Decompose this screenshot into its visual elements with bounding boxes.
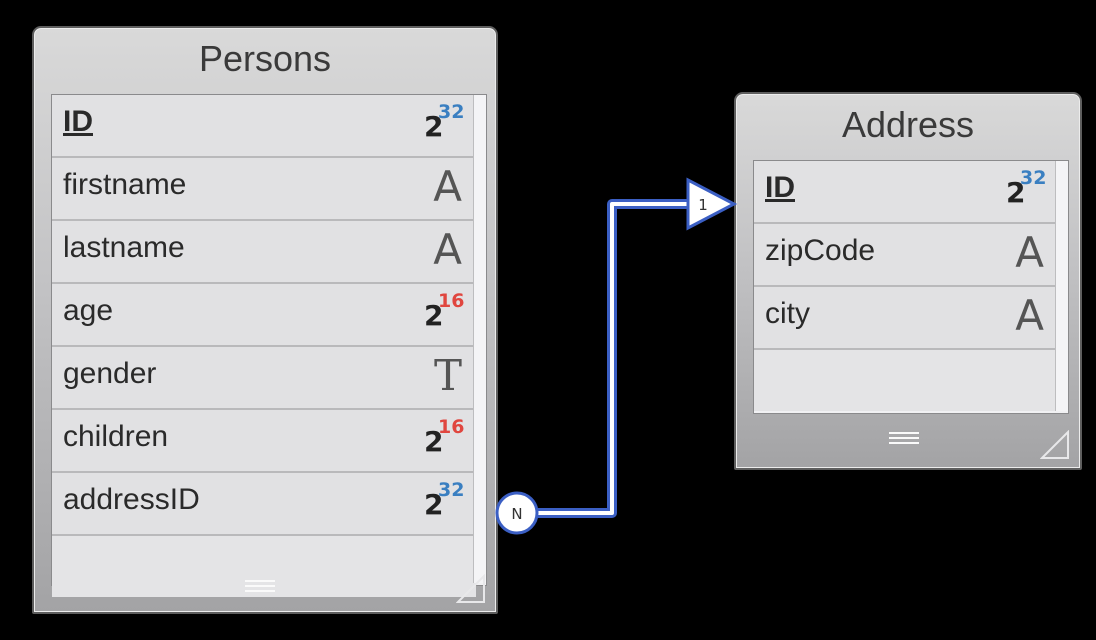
many-cardinality-marker: N [495,491,539,535]
one-label: 1 [698,196,708,214]
many-label: N [511,505,522,523]
relationship-connector[interactable]: 1 N [0,0,1096,640]
one-cardinality-marker: 1 [686,177,738,231]
